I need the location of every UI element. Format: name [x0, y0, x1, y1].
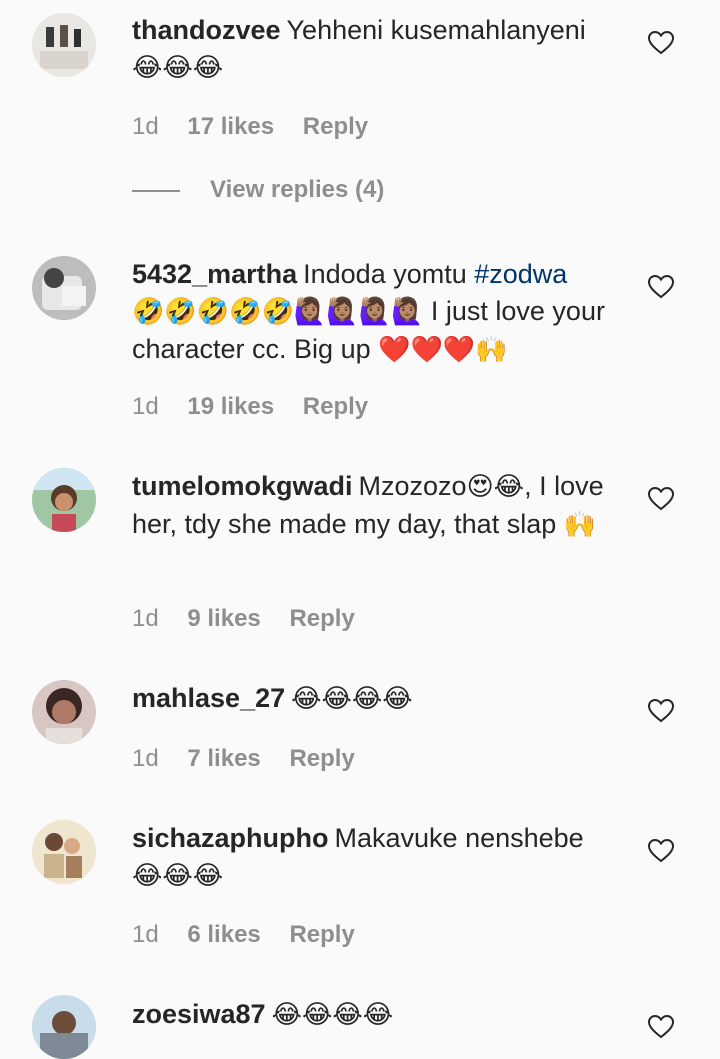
comment-username[interactable]: thandozvee — [132, 15, 281, 45]
comment-time: 1d — [132, 605, 159, 632]
comment-emoji: 🙌 — [563, 510, 597, 540]
comment-time: 1d — [132, 113, 159, 140]
avatar[interactable] — [32, 256, 96, 320]
comment-body: thandozvee Yehheni kusemahlanyeni 😂😂😂 — [132, 12, 612, 87]
comment-emoji: ❤️❤️❤️🙌 — [378, 335, 508, 365]
avatar[interactable] — [32, 995, 96, 1059]
comment-emoji: 😂😂😂😂 — [291, 684, 413, 714]
heart-icon[interactable] — [648, 31, 674, 55]
reply-button[interactable]: Reply — [289, 921, 354, 948]
comment-time: 1d — [132, 921, 159, 948]
comment-username[interactable]: sichazaphupho — [132, 823, 329, 853]
avatar[interactable] — [32, 820, 96, 884]
avatar[interactable] — [32, 13, 96, 77]
heart-icon[interactable] — [648, 275, 674, 299]
heart-icon[interactable] — [648, 699, 674, 723]
comment-emoji: 😍😂 — [466, 472, 525, 502]
comment-body: mahlase_27 😂😂😂😂 — [132, 680, 612, 718]
comment-meta: 1d 7 likes Reply — [132, 745, 377, 773]
comment-emoji: 😂😂😂😂 — [271, 1000, 394, 1030]
comment-likes[interactable]: 6 likes — [187, 921, 260, 948]
comment-body: zoesiwa87 😂😂😂😂 — [132, 996, 612, 1034]
comment-meta: 1d 9 likes Reply — [132, 605, 377, 633]
comment-body: 5432_martha Indoda yomtu #zodwa 🤣🤣🤣🤣🤣🙋🏽‍♀… — [132, 256, 612, 369]
comment-text: Makavuke nenshebe — [334, 823, 584, 853]
comment-emoji: 😂😂😂 — [132, 53, 224, 83]
comment-username[interactable]: tumelomokgwadi — [132, 471, 353, 501]
comment-meta: 1d 6 likes Reply — [132, 921, 377, 949]
comment-body: sichazaphupho Makavuke nenshebe 😂😂😂 — [132, 820, 612, 895]
comment-username[interactable]: mahlase_27 — [132, 683, 285, 713]
comment-username[interactable]: zoesiwa87 — [132, 999, 266, 1029]
view-replies-button[interactable]: View replies (4) — [132, 176, 384, 210]
hashtag-link[interactable]: #zodwa — [474, 259, 567, 289]
comment-time: 1d — [132, 393, 159, 420]
comment-username[interactable]: 5432_martha — [132, 259, 297, 289]
comment-emoji: 🤣🤣🤣🤣🤣🙋🏽‍♀️🙋🏽‍♀️🙋🏽‍♀️🙋🏽‍♀️ — [132, 297, 424, 327]
reply-button[interactable]: Reply — [289, 605, 354, 632]
replies-divider — [132, 189, 180, 192]
comment-emoji: 😂😂😂 — [132, 861, 224, 891]
comment-time: 1d — [132, 745, 159, 772]
reply-button[interactable]: Reply — [289, 745, 354, 772]
view-replies-label: View replies (4) — [210, 176, 385, 203]
heart-icon[interactable] — [648, 1015, 674, 1039]
comment-meta: 1d 17 likes Reply — [132, 113, 390, 141]
comment-likes[interactable]: 17 likes — [187, 113, 274, 140]
comment-text: Indoda yomtu — [303, 259, 467, 289]
comment-meta: 1d 19 likes Reply — [132, 393, 390, 421]
reply-button[interactable]: Reply — [303, 393, 368, 420]
avatar[interactable] — [32, 680, 96, 744]
heart-icon[interactable] — [648, 839, 674, 863]
comment-body: tumelomokgwadi Mzozozo😍😂, I love her, tdy… — [132, 468, 612, 544]
heart-icon[interactable] — [648, 487, 674, 511]
comment-likes[interactable]: 19 likes — [187, 393, 274, 420]
comment-text: Mzozozo — [358, 471, 467, 501]
comment-likes[interactable]: 7 likes — [187, 745, 260, 772]
comment-likes[interactable]: 9 likes — [187, 605, 260, 632]
reply-button[interactable]: Reply — [303, 113, 368, 140]
avatar[interactable] — [32, 468, 96, 532]
comment-text: Yehheni kusemahlanyeni — [286, 15, 586, 45]
